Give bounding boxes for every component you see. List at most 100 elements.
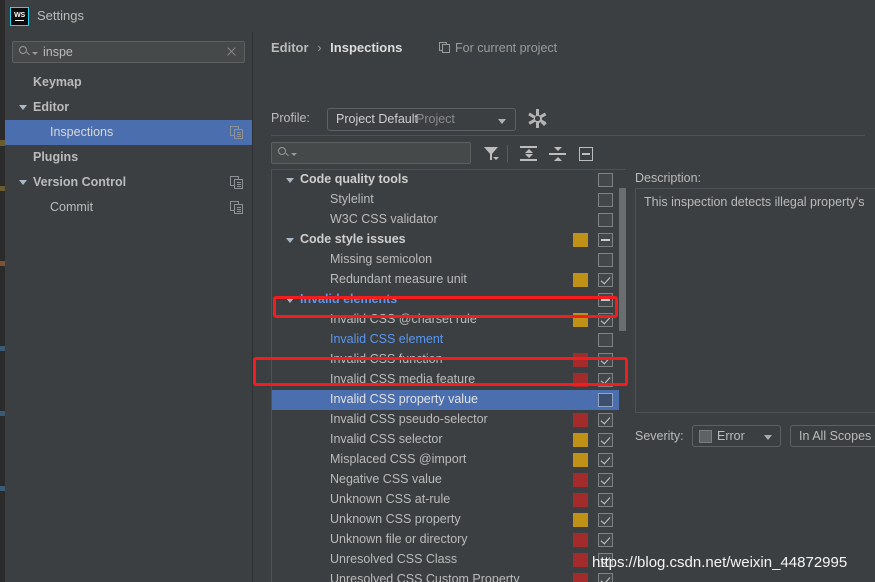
inspection-row[interactable]: Missing semicolon (272, 250, 626, 270)
inspection-row[interactable]: Unknown file or directory (272, 530, 626, 550)
chevron-down-icon[interactable] (286, 298, 294, 303)
inspection-label: Invalid CSS media feature (330, 372, 476, 386)
severity-value: Error (717, 429, 745, 443)
inspection-checkbox[interactable] (598, 233, 613, 247)
sidebar-item-plugins[interactable]: Plugins (5, 145, 252, 170)
severity-scope-value: In All Scopes (799, 429, 872, 443)
sidebar-item-editor[interactable]: Editor (5, 95, 252, 120)
sidebar-item-inspections[interactable]: Inspections (5, 120, 252, 145)
inspection-checkbox[interactable] (598, 433, 613, 447)
inspection-row[interactable]: Unresolved CSS Custom Property (272, 570, 626, 582)
inspection-search-input[interactable] (271, 142, 471, 164)
inspection-checkbox[interactable] (598, 373, 613, 387)
inspection-checkbox[interactable] (598, 573, 613, 582)
inspection-row[interactable]: Stylelint (272, 190, 626, 210)
inspection-row[interactable]: Invalid CSS selector (272, 430, 626, 450)
chevron-down-icon[interactable] (19, 180, 27, 185)
inspection-row[interactable]: Unknown CSS at-rule (272, 490, 626, 510)
minus-box-icon[interactable] (577, 144, 596, 163)
sidebar-item-commit[interactable]: Commit (5, 195, 252, 220)
inspection-row[interactable]: Code quality tools (272, 170, 626, 190)
inspection-checkbox[interactable] (598, 473, 613, 487)
inspection-checkbox[interactable] (598, 453, 613, 467)
search-icon (19, 46, 31, 58)
inspection-checkbox[interactable] (598, 313, 613, 327)
inspection-row[interactable]: Invalid elements (272, 290, 626, 310)
inspection-label: Negative CSS value (330, 472, 442, 486)
chevron-down-icon[interactable] (286, 178, 294, 183)
inspection-label: Unknown CSS property (330, 512, 461, 526)
sidebar-item-version-control[interactable]: Version Control (5, 170, 252, 195)
inspection-row[interactable]: Unknown CSS property (272, 510, 626, 530)
sidebar-item-keymap[interactable]: Keymap (5, 70, 252, 95)
settings-dialog: WS Settings inspe Keymap Editor Inspecti… (5, 0, 875, 582)
expand-all-icon[interactable] (519, 144, 538, 163)
inspection-checkbox[interactable] (598, 173, 613, 187)
filter-funnel-icon[interactable] (482, 144, 501, 163)
sidebar-splitter[interactable] (252, 32, 261, 582)
inspection-checkbox[interactable] (598, 533, 613, 547)
inspection-row[interactable]: Invalid CSS @charset rule (272, 310, 626, 330)
breadcrumb-separator: › (317, 40, 322, 55)
inspection-tree-scrollbar-thumb[interactable] (619, 188, 626, 331)
inspection-row[interactable]: Unresolved CSS Class (272, 550, 626, 570)
breadcrumb-editor[interactable]: Editor (271, 40, 309, 55)
inspection-label: W3C CSS validator (330, 212, 438, 226)
inspection-checkbox[interactable] (598, 353, 613, 367)
inspection-checkbox[interactable] (598, 213, 613, 227)
chevron-down-icon[interactable] (286, 238, 294, 243)
project-scope-icon (230, 176, 243, 189)
check-icon (600, 573, 610, 582)
severity-scope-select[interactable]: In All Scopes (790, 425, 875, 447)
search-options-chevron-down-icon[interactable] (32, 52, 38, 55)
inspection-row[interactable]: Invalid CSS property value (272, 390, 626, 410)
inspection-row[interactable]: Invalid CSS element (272, 330, 626, 350)
inspection-tree[interactable]: Code quality tools Stylelint W3C CSS valid… (271, 169, 626, 582)
inspection-checkbox[interactable] (598, 493, 613, 507)
inspection-row[interactable]: Misplaced CSS @import (272, 450, 626, 470)
collapse-all-icon[interactable] (548, 144, 567, 163)
description-text: This inspection detects illegal property… (644, 195, 865, 209)
inspection-row[interactable]: Invalid CSS pseudo-selector (272, 410, 626, 430)
inspection-row[interactable]: Negative CSS value (272, 470, 626, 490)
inspection-row[interactable]: Code style issues (272, 230, 626, 250)
inspection-checkbox[interactable] (598, 193, 613, 207)
inspection-row[interactable]: Invalid CSS function (272, 350, 626, 370)
inspection-label: Unknown file or directory (330, 532, 468, 546)
inspection-checkbox[interactable] (598, 333, 613, 347)
inspection-row[interactable]: W3C CSS validator (272, 210, 626, 230)
check-icon (600, 453, 610, 465)
check-icon (600, 313, 610, 325)
inspection-row[interactable]: Redundant measure unit (272, 270, 626, 290)
severity-select[interactable]: Error (692, 425, 781, 447)
check-icon (600, 413, 610, 425)
inspection-checkbox[interactable] (598, 273, 613, 287)
inspection-label: Code style issues (300, 232, 406, 246)
partial-check-icon (601, 239, 610, 242)
project-scope-icon (439, 42, 451, 54)
inspection-label: Misplaced CSS @import (330, 452, 467, 466)
toolbar-divider (507, 145, 508, 162)
inspection-checkbox[interactable] (598, 513, 613, 527)
inspection-checkbox[interactable] (598, 253, 613, 267)
profile-select[interactable]: Project Default Project (327, 108, 516, 131)
severity-swatch (573, 273, 588, 287)
severity-color-swatch (699, 430, 712, 443)
search-options-chevron-down-icon[interactable] (291, 153, 297, 156)
webstorm-logo-icon: WS (10, 7, 29, 26)
panel-divider (271, 135, 865, 136)
sidebar-search-input[interactable]: inspe (12, 41, 245, 63)
inspection-row[interactable]: Invalid CSS media feature (272, 370, 626, 390)
inspection-checkbox[interactable] (598, 293, 613, 307)
watermark: https://blog.csdn.net/weixin_44872995 (592, 554, 848, 571)
inspection-checkbox[interactable] (598, 393, 613, 407)
breadcrumb: Editor › Inspections (271, 40, 402, 55)
clear-icon[interactable] (226, 46, 237, 57)
gear-icon[interactable] (528, 109, 547, 128)
chevron-down-icon[interactable] (19, 105, 27, 110)
inspection-label: Invalid CSS function (330, 352, 443, 366)
inspection-label: Stylelint (330, 192, 374, 206)
sidebar-item-list: Keymap Editor Inspections Plugins Versio… (5, 70, 252, 220)
inspection-checkbox[interactable] (598, 413, 613, 427)
check-icon (600, 493, 610, 505)
